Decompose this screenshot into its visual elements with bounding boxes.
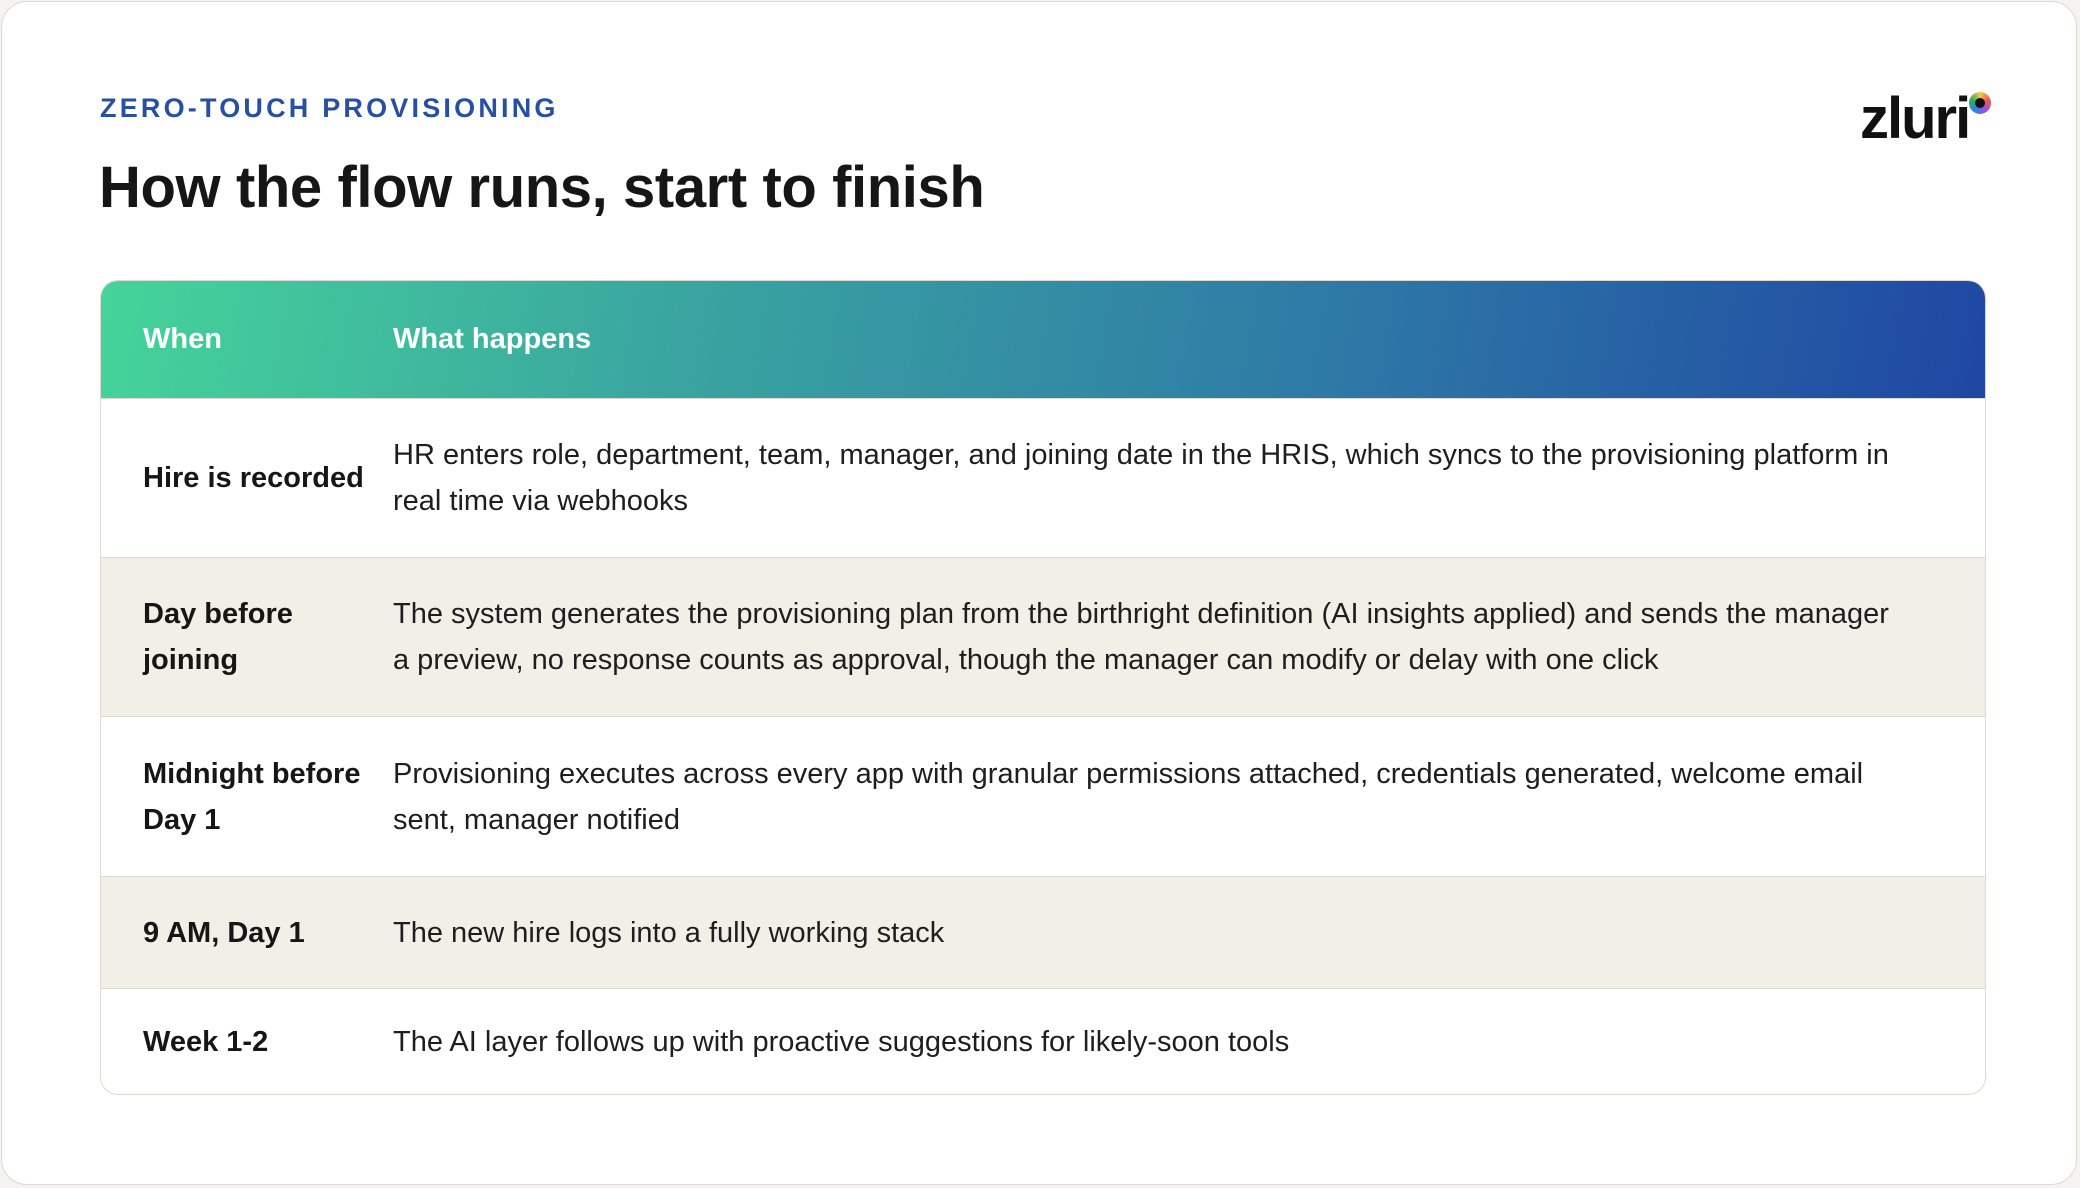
- row-when: Week 1-2: [143, 1025, 269, 1058]
- eyebrow-label: ZERO-TOUCH PROVISIONING: [100, 93, 559, 123]
- page-title: How the flow runs, start to finish: [99, 155, 985, 220]
- table-row: Hire is recorded HR enters role, departm…: [101, 398, 1985, 557]
- flow-table: When What happens Hire is recorded HR en…: [100, 280, 1986, 1095]
- row-what: The new hire logs into a fully working s…: [393, 916, 945, 949]
- row-what: Provisioning executes across every app w…: [393, 757, 1864, 836]
- row-what: HR enters role, department, team, manage…: [393, 439, 1889, 517]
- row-when: Hire is recorded: [143, 462, 364, 494]
- logo-dot-icon: [1969, 92, 1991, 114]
- column-header-what: What happens: [393, 323, 592, 355]
- table-row: Midnight before Day 1 Provisioning execu…: [101, 716, 1985, 876]
- slide-card: ZERO-TOUCH PROVISIONING How the flow run…: [1, 1, 2077, 1185]
- table-header: When What happens: [101, 281, 1985, 398]
- row-when: Day before joining: [143, 598, 293, 676]
- row-what: The system generates the provisioning pl…: [393, 598, 1889, 676]
- table-row: Week 1-2 The AI layer follows up with pr…: [101, 988, 1985, 1094]
- logo-wordmark: zluri: [1860, 86, 1971, 151]
- row-when: Midnight before Day 1: [143, 757, 361, 836]
- row-what: The AI layer follows up with proactive s…: [393, 1025, 1290, 1058]
- table-row: Day before joining The system generates …: [101, 557, 1985, 716]
- table-row: 9 AM, Day 1 The new hire logs into a ful…: [101, 876, 1985, 988]
- column-header-when: When: [143, 323, 222, 355]
- row-when: 9 AM, Day 1: [143, 916, 305, 949]
- zluri-logo: zluri: [1860, 86, 1991, 151]
